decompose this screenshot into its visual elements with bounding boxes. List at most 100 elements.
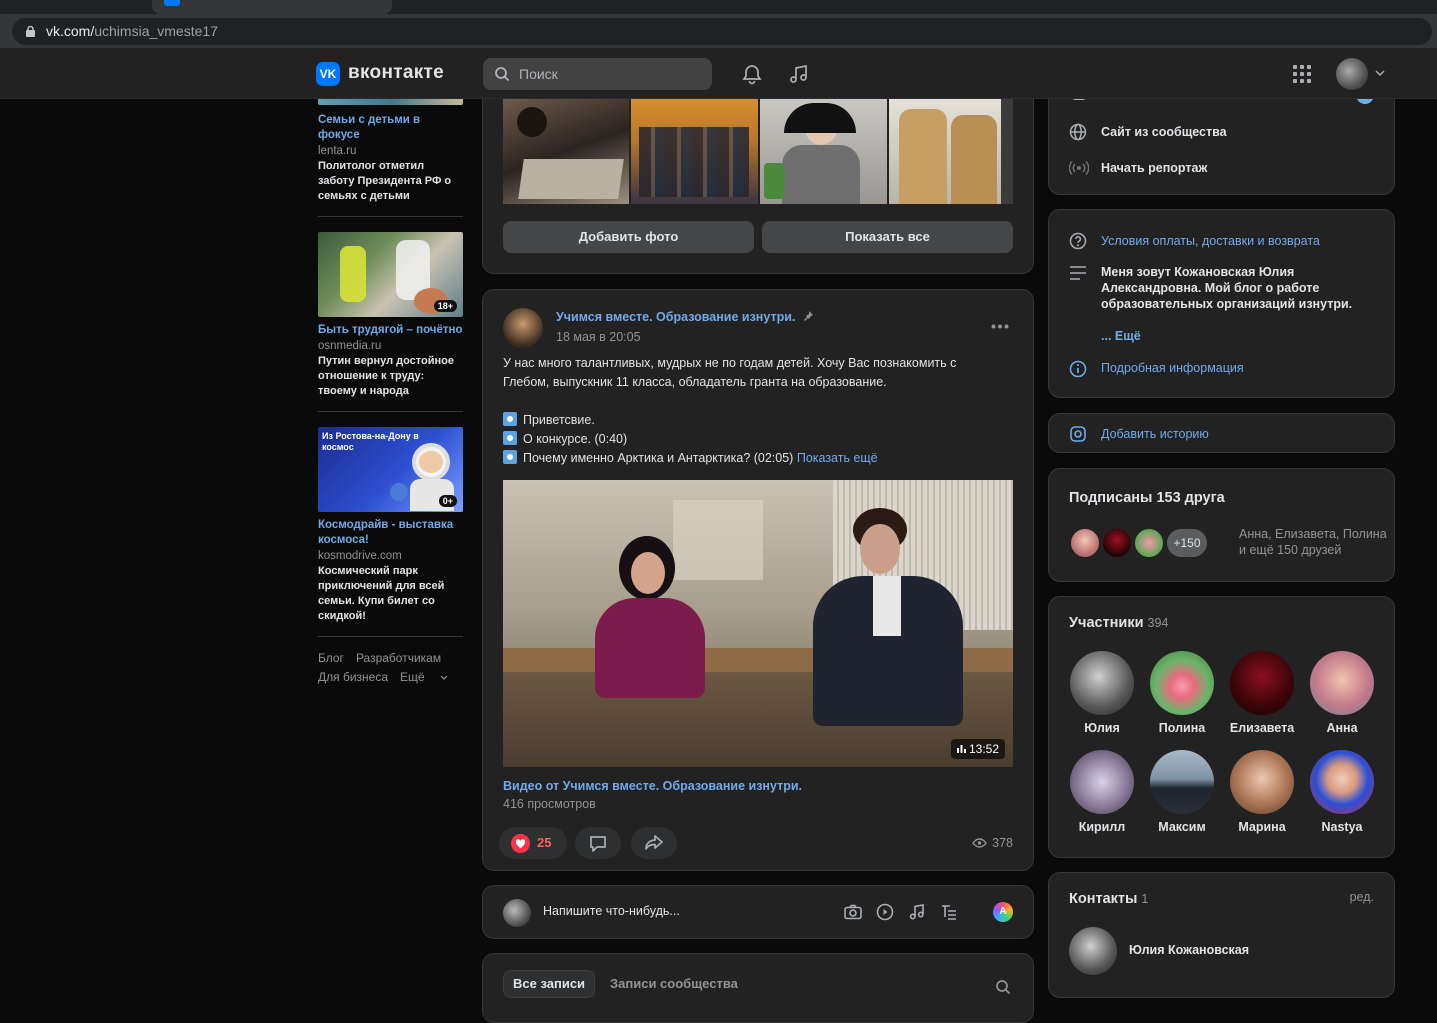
member-item[interactable]: Кирилл — [1062, 750, 1142, 834]
video-player[interactable]: 13:52 — [503, 480, 1013, 767]
ad-title[interactable]: Семьи с детьми в фокусе — [318, 113, 463, 143]
tab-all-posts[interactable]: Все записи — [503, 970, 596, 998]
composer-placeholder[interactable]: Напишите что-нибудь... — [543, 904, 680, 918]
video-duration: 13:52 — [950, 739, 1005, 759]
member-avatar — [1070, 750, 1134, 814]
post-text-line: У нас много талантливых, мудрых не по го… — [503, 356, 957, 370]
vk-logo-text[interactable]: вконтакте — [348, 62, 444, 84]
add-story-link[interactable]: Добавить историю — [1101, 426, 1209, 442]
post-author-avatar[interactable] — [503, 308, 543, 348]
show-all-photos-button[interactable]: Показать все — [762, 221, 1013, 253]
member-avatar — [1070, 651, 1134, 715]
contact-avatar[interactable] — [1069, 927, 1117, 975]
search-icon[interactable] — [995, 979, 1011, 995]
photo-strip — [503, 99, 1013, 204]
more-options-icon[interactable] — [991, 324, 1009, 329]
search-icon — [495, 67, 510, 82]
vk-logo-icon[interactable]: VK — [316, 62, 340, 86]
member-item[interactable]: Марина — [1222, 750, 1302, 834]
member-name: Nastya — [1321, 820, 1363, 834]
music-icon[interactable] — [788, 63, 810, 85]
member-item[interactable]: Максим — [1142, 750, 1222, 834]
photo-thumb[interactable] — [760, 99, 887, 204]
description-icon — [1070, 266, 1086, 280]
ad-source: kosmodrive.com — [318, 550, 402, 562]
friends-card: Подписаны 153 друга +150 Анна, Елизавета… — [1048, 468, 1395, 582]
friend-avatar[interactable] — [1133, 527, 1165, 559]
ad-image[interactable]: Из Ростова-на-Дону в космос 0+ — [318, 427, 463, 512]
member-item[interactable]: Анна — [1302, 651, 1382, 735]
footer-link-business[interactable]: Для бизнеса — [318, 670, 388, 684]
info-icon — [1069, 360, 1087, 378]
add-photo-button[interactable]: Добавить фото — [503, 221, 754, 253]
info-square-icon — [503, 450, 517, 464]
member-name: Анна — [1326, 721, 1358, 735]
video-icon[interactable] — [876, 903, 894, 921]
friend-avatar[interactable] — [1069, 527, 1101, 559]
ad-image[interactable]: 18+ — [318, 232, 463, 317]
contacts-title[interactable]: Контакты 1 — [1069, 891, 1148, 907]
camera-icon[interactable] — [844, 904, 862, 920]
divider — [318, 411, 463, 412]
post-composer[interactable]: Напишите что-нибудь... A — [482, 885, 1034, 939]
tab-community-posts[interactable]: Записи сообщества — [610, 976, 738, 991]
post-date[interactable]: 18 мая в 20:05 — [556, 330, 641, 344]
article-icon[interactable] — [940, 903, 958, 921]
ad-title[interactable]: Быть трудягой – почётно — [318, 323, 463, 338]
url-field[interactable]: vk.com/uchimsia_vmeste17 — [12, 18, 1432, 45]
photo-thumb[interactable] — [503, 99, 629, 204]
contact-name[interactable]: Юлия Кожановская — [1129, 943, 1249, 957]
eye-icon — [972, 838, 987, 848]
member-avatar — [1230, 651, 1294, 715]
search-placeholder: Поиск — [519, 66, 558, 82]
start-report-link[interactable]: Начать репортаж — [1101, 160, 1207, 176]
avatar[interactable] — [1336, 58, 1368, 90]
photo-thumb[interactable] — [889, 99, 1013, 204]
friend-avatar[interactable] — [1101, 527, 1133, 559]
apps-grid-icon[interactable] — [1291, 63, 1313, 85]
member-avatar — [1310, 750, 1374, 814]
member-avatar — [1310, 651, 1374, 715]
footer-links: Блог Разработчикам Для бизнеса Ещё — [318, 649, 463, 687]
site-from-community-link[interactable]: Сайт из сообщества — [1101, 124, 1227, 140]
member-item[interactable]: Елизавета — [1222, 651, 1302, 735]
member-item[interactable]: Nastya — [1302, 750, 1382, 834]
add-story-card[interactable]: Добавить историю — [1048, 413, 1395, 453]
browser-tab-active[interactable] — [152, 0, 392, 14]
ad-card[interactable]: Семьи с детьми в фокусе lenta.ru Политол… — [318, 113, 463, 687]
members-title[interactable]: Участники 394 — [1069, 615, 1168, 631]
composer-avatar — [503, 899, 531, 927]
details-link[interactable]: Подробная информация — [1101, 360, 1244, 376]
divider — [318, 216, 463, 217]
question-icon — [1069, 232, 1087, 250]
member-item[interactable]: Полина — [1142, 651, 1222, 735]
ad-source: lenta.ru — [318, 145, 357, 157]
info-square-icon — [503, 431, 517, 445]
lock-icon — [26, 26, 35, 37]
friends-row[interactable]: +150 Анна, Елизавета, Полина и ещё 150 д… — [1069, 527, 1389, 561]
about-more-link[interactable]: ... Ещё — [1101, 328, 1141, 344]
contacts-edit-link[interactable]: ред. — [1350, 890, 1374, 904]
footer-link-more[interactable]: Ещё — [400, 670, 448, 684]
like-button[interactable]: 25 — [499, 827, 567, 859]
bell-icon[interactable] — [741, 63, 763, 85]
search-input[interactable]: Поиск — [483, 58, 712, 90]
ai-assistant-icon[interactable]: A — [993, 902, 1013, 922]
show-more-link[interactable]: Показать ещё — [797, 451, 878, 465]
terms-link[interactable]: Условия оплаты, доставки и возврата — [1101, 233, 1320, 249]
comment-button[interactable] — [575, 827, 621, 859]
footer-link-blog[interactable]: Блог — [318, 651, 344, 665]
chevron-down-icon[interactable] — [1375, 69, 1385, 77]
age-badge: 0+ — [438, 495, 457, 507]
friends-title[interactable]: Подписаны 153 друга — [1069, 490, 1225, 506]
friends-more-count[interactable]: +150 — [1165, 527, 1209, 559]
member-item[interactable]: Юлия — [1062, 651, 1142, 735]
music-icon[interactable] — [908, 903, 926, 921]
ad-title[interactable]: Космодрайв - выставка космоса! — [318, 518, 463, 548]
footer-link-developers[interactable]: Разработчикам — [356, 651, 441, 665]
video-title[interactable]: Видео от Учимся вместе. Образование изну… — [503, 779, 802, 793]
share-button[interactable] — [631, 827, 677, 859]
post-author-name[interactable]: Учимся вместе. Образование изнутри. — [556, 310, 814, 324]
member-name: Марина — [1238, 820, 1286, 834]
photo-thumb[interactable] — [631, 99, 758, 204]
